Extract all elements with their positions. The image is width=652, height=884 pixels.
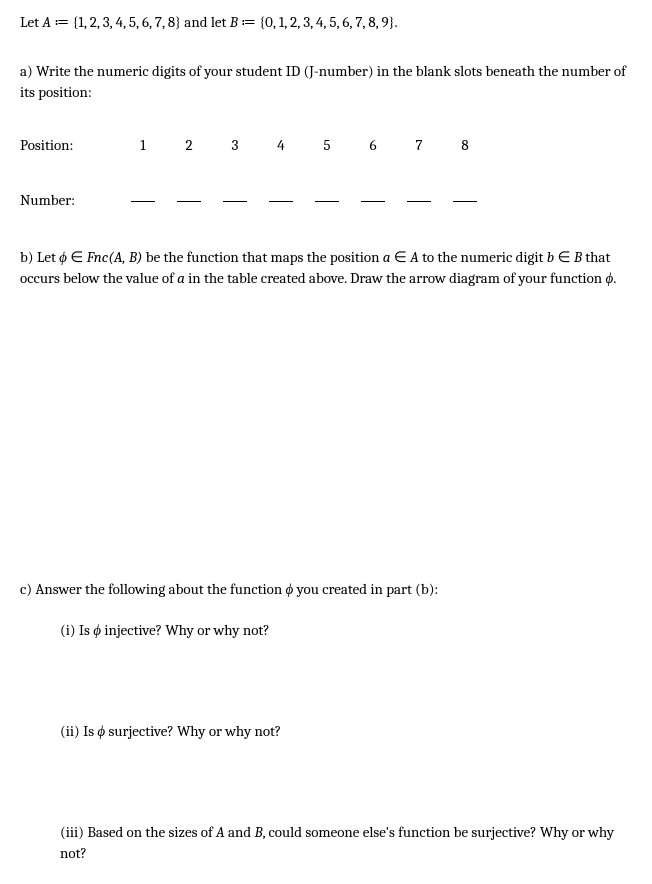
c-label-pre: c) Answer the following about the functi… — [20, 580, 286, 598]
in-a: ∈ — [391, 248, 411, 266]
blank-slot[interactable] — [212, 190, 258, 211]
set-a-name: A — [42, 13, 51, 31]
intro-and: and let — [181, 13, 230, 31]
var-a2: a — [177, 269, 185, 287]
b-mid1: be the function that maps the position — [143, 248, 383, 266]
ciii-pre: (iii) Based on the sizes of — [60, 823, 216, 841]
fnc-name: Fnc — [87, 248, 109, 266]
fnc-args: (A, B) — [108, 248, 142, 266]
phi-ii: ϕ — [97, 722, 105, 740]
part-c-prompt: c) Answer the following about the functi… — [20, 579, 632, 600]
part-a-prompt: a) Write the numeric digits of your stud… — [20, 61, 632, 103]
ci-pre: (i) Is — [60, 621, 93, 639]
position-cell: 4 — [258, 135, 304, 156]
set-b-value: {0, 1, 2, 3, 4, 5, 6, 7, 8, 9} — [259, 13, 394, 31]
b-ref-iii: B — [254, 823, 262, 841]
phi-symbol: ϕ — [59, 248, 67, 266]
set-b-ref: B — [574, 248, 582, 266]
position-cell: 3 — [212, 135, 258, 156]
blank-slot[interactable] — [396, 190, 442, 211]
part-b-prompt: b) Let ϕ ∈ Fnc(A, B) be the function tha… — [20, 247, 632, 289]
in-symbol: ∈ — [67, 248, 87, 266]
position-cell: 7 — [396, 135, 442, 156]
blank-slot[interactable] — [304, 190, 350, 211]
position-cell: 6 — [350, 135, 396, 156]
phi-i: ϕ — [93, 621, 101, 639]
b-period: . — [613, 269, 616, 287]
assign-b: ≔ — [238, 13, 260, 31]
ciii-and: and — [225, 823, 255, 841]
b-mid2: to the numeric digit — [419, 248, 547, 266]
blank-slot[interactable] — [350, 190, 396, 211]
c-label-post: you created in part (b): — [293, 580, 438, 598]
position-cell: 2 — [166, 135, 212, 156]
part-a-text: a) Write the numeric digits of your stud… — [20, 62, 626, 101]
position-row: Position: 1 2 3 4 5 6 7 8 — [20, 135, 632, 156]
in-b: ∈ — [554, 248, 574, 266]
blank-slot[interactable] — [120, 190, 166, 211]
intro-text: Let A ≔ {1, 2, 3, 4, 5, 6, 7, 8} and let… — [20, 12, 632, 33]
position-cell: 1 — [120, 135, 166, 156]
blank-slot[interactable] — [258, 190, 304, 211]
position-label: Position: — [20, 135, 120, 156]
position-cell: 8 — [442, 135, 488, 156]
blank-slot[interactable] — [166, 190, 212, 211]
b-mid4: in the table created above. Draw the arr… — [185, 269, 606, 287]
intro-period: . — [395, 13, 398, 31]
number-label: Number: — [20, 190, 120, 211]
set-b-name: B — [230, 13, 238, 31]
ci-post: injective? Why or why not? — [101, 621, 270, 639]
blank-slot[interactable] — [442, 190, 488, 211]
cii-post: surjective? Why or why not? — [105, 722, 281, 740]
part-c-sub-i: (i) Is ϕ injective? Why or why not? — [60, 620, 632, 641]
intro-pre: Let — [20, 13, 42, 31]
b-prefix: b) Let — [20, 248, 59, 266]
set-a-value: {1, 2, 3, 4, 5, 6, 7, 8} — [73, 13, 181, 31]
cii-pre: (ii) Is — [60, 722, 97, 740]
assign-a: ≔ — [51, 13, 73, 31]
position-cell: 5 — [304, 135, 350, 156]
var-a: a — [383, 248, 391, 266]
part-c-sub-ii: (ii) Is ϕ surjective? Why or why not? — [60, 721, 632, 742]
set-a-ref: A — [410, 248, 419, 266]
number-row: Number: — [20, 190, 632, 211]
part-c-sub-iii: (iii) Based on the sizes of A and B, cou… — [60, 822, 632, 864]
a-ref-iii: A — [216, 823, 225, 841]
